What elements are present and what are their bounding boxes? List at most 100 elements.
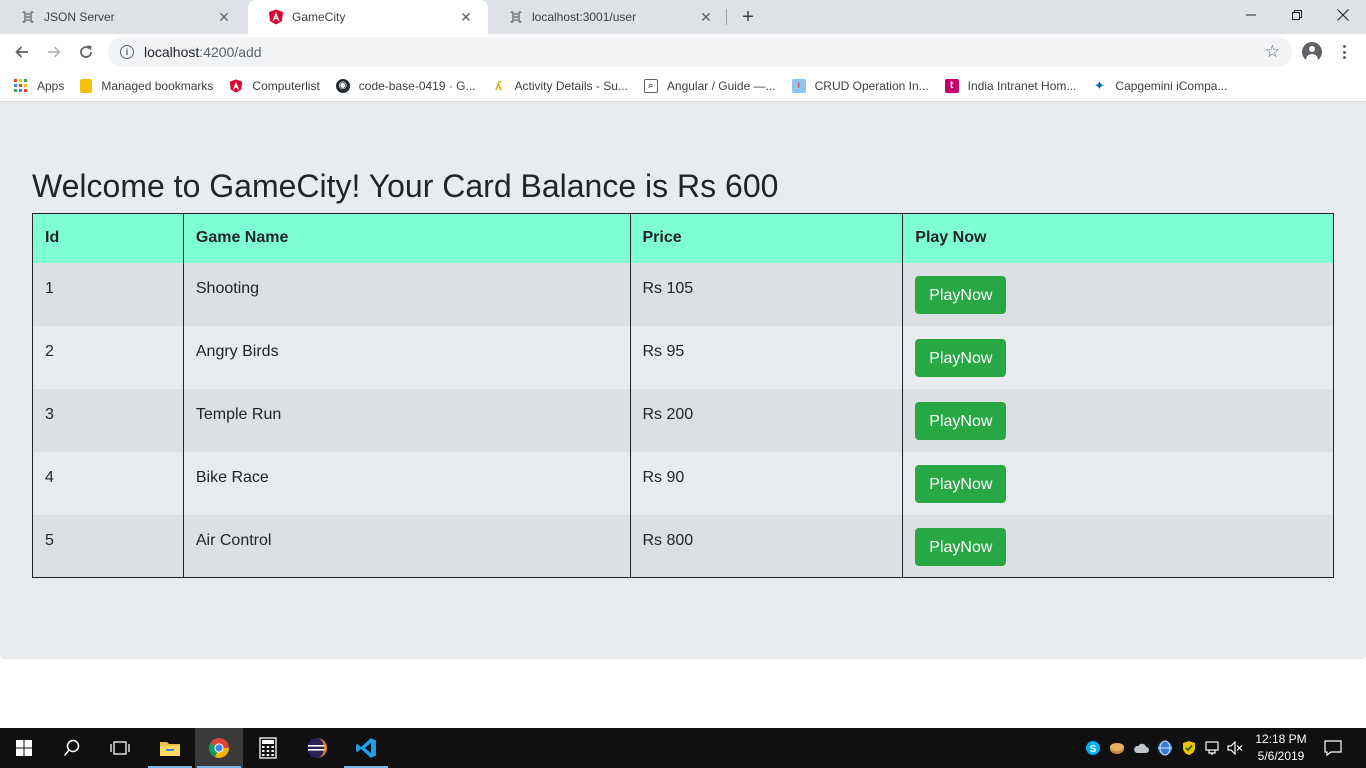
- table-header-row: Id Game Name Price Play Now: [32, 213, 1334, 263]
- bookmarks-bar: Apps Managed bookmarks Computerlist ◉ co…: [0, 70, 1366, 102]
- bookmark-angular-guide[interactable]: ⌕ Angular / Guide —...: [643, 78, 776, 93]
- bookmark-label: Activity Details - Su...: [514, 78, 628, 93]
- action-center-button[interactable]: [1322, 728, 1344, 768]
- file-explorer-button[interactable]: [146, 728, 194, 768]
- notification-icon: [1324, 740, 1342, 756]
- onedrive-tray-icon[interactable]: [1132, 728, 1150, 768]
- forward-arrow-icon: [48, 46, 61, 58]
- minimize-button[interactable]: [1228, 0, 1274, 30]
- url-path: :4200/add: [199, 44, 262, 60]
- svg-text:S: S: [1090, 744, 1097, 755]
- reload-button[interactable]: [72, 38, 100, 66]
- close-window-button[interactable]: [1320, 0, 1366, 30]
- site-info-icon[interactable]: i: [120, 45, 134, 59]
- server-favicon-icon: [20, 9, 36, 25]
- bookmark-code-base[interactable]: ◉ code-base-0419 · G...: [335, 78, 476, 93]
- cell-game-name: Shooting: [182, 262, 630, 326]
- cell-id: 3: [32, 388, 184, 452]
- forward-button[interactable]: [40, 38, 68, 66]
- page-jumbotron: Welcome to GameCity! Your Card Balance i…: [0, 102, 1366, 659]
- column-header-game-name: Game Name: [182, 213, 630, 263]
- close-tab-icon[interactable]: ✕: [216, 9, 232, 25]
- tab-gamecity[interactable]: GameCity ✕: [248, 0, 488, 34]
- apps-grid-icon: [14, 78, 28, 93]
- file-explorer-icon: [160, 742, 180, 756]
- intranet-icon: t: [944, 78, 959, 93]
- bookmark-star-icon[interactable]: ☆: [1265, 42, 1280, 62]
- task-view-icon: [110, 741, 130, 755]
- taskbar-search-button[interactable]: [48, 728, 96, 768]
- column-header-play-now: Play Now: [902, 213, 1334, 263]
- cell-game-name: Temple Run: [182, 388, 630, 452]
- vscode-button[interactable]: [342, 728, 390, 768]
- profile-avatar-icon[interactable]: [1302, 42, 1322, 62]
- close-tab-icon[interactable]: ✕: [698, 9, 714, 25]
- tab-json-server[interactable]: JSON Server ✕: [0, 0, 246, 34]
- bookmark-computerlist[interactable]: Computerlist: [229, 78, 320, 93]
- page-title: Welcome to GameCity! Your Card Balance i…: [32, 168, 779, 204]
- calculator-button[interactable]: [244, 728, 292, 768]
- close-tab-icon[interactable]: ✕: [458, 9, 474, 25]
- cell-game-name: Air Control: [182, 514, 630, 578]
- address-bar[interactable]: i localhost:4200/add ☆: [108, 37, 1292, 67]
- skype-tray-icon[interactable]: S: [1084, 728, 1102, 768]
- server-favicon-icon: [508, 9, 524, 25]
- cell-id: 4: [32, 451, 184, 515]
- cell-id: 5: [32, 514, 184, 578]
- activity-icon: ʎ: [495, 78, 502, 93]
- app-tray-icon[interactable]: [1108, 728, 1126, 768]
- play-now-button[interactable]: PlayNow: [915, 464, 1007, 503]
- github-icon: ◉: [335, 78, 350, 93]
- cell-play-now: PlayNow: [902, 451, 1334, 515]
- tab-localhost-user[interactable]: localhost:3001/user ✕: [488, 0, 728, 34]
- play-now-button[interactable]: PlayNow: [915, 527, 1007, 566]
- play-now-button[interactable]: PlayNow: [915, 338, 1007, 377]
- table-row: 3 Temple Run Rs 200 PlayNow: [32, 388, 1334, 452]
- system-clock[interactable]: 12:18 PM 5/6/2019: [1250, 731, 1312, 765]
- eclipse-icon: [307, 738, 327, 758]
- table-row: 2 Angry Birds Rs 95 PlayNow: [32, 325, 1334, 389]
- new-tab-button[interactable]: +: [737, 6, 759, 28]
- cell-play-now: PlayNow: [902, 514, 1334, 578]
- network-globe-tray-icon[interactable]: [1156, 728, 1174, 768]
- restore-button[interactable]: [1274, 0, 1320, 30]
- cell-id: 1: [32, 262, 184, 326]
- chrome-button[interactable]: [195, 728, 243, 768]
- folder-icon: [80, 78, 93, 93]
- cell-game-name: Bike Race: [182, 451, 630, 515]
- crud-icon: ı: [791, 78, 806, 93]
- chrome-icon: [209, 738, 229, 758]
- play-now-button[interactable]: PlayNow: [915, 275, 1007, 314]
- bookmark-capgemini[interactable]: ✦ Capgemini iCompa...: [1092, 78, 1228, 93]
- angular-icon: [229, 78, 243, 93]
- security-tray-icon[interactable]: [1180, 728, 1198, 768]
- task-view-button[interactable]: [96, 728, 144, 768]
- play-now-button[interactable]: PlayNow: [915, 401, 1007, 440]
- bookmark-label: Computerlist: [252, 78, 320, 93]
- eclipse-button[interactable]: [293, 728, 341, 768]
- bookmark-india-intranet[interactable]: t India Intranet Hom...: [944, 78, 1076, 93]
- url-host: localhost: [144, 44, 200, 60]
- bookmark-label: Angular / Guide —...: [666, 78, 776, 93]
- bookmark-managed[interactable]: Managed bookmarks: [80, 78, 213, 93]
- cell-play-now: PlayNow: [902, 262, 1334, 326]
- column-header-price: Price: [629, 213, 903, 263]
- minimize-icon: [1246, 14, 1256, 16]
- restore-icon: [1292, 10, 1302, 20]
- bookmark-activity-details[interactable]: ʎ Activity Details - Su...: [492, 79, 628, 93]
- tab-title: JSON Server: [44, 10, 115, 24]
- cell-play-now: PlayNow: [902, 325, 1334, 389]
- search-icon: ⌕: [643, 78, 658, 93]
- bookmark-label: Apps: [37, 78, 65, 93]
- start-button[interactable]: [0, 728, 48, 768]
- cell-price: Rs 800: [629, 514, 903, 578]
- cell-id: 2: [32, 325, 184, 389]
- bookmark-apps[interactable]: Apps: [14, 78, 65, 93]
- volume-muted-tray-icon[interactable]: [1226, 728, 1244, 768]
- browser-toolbar: i localhost:4200/add ☆: [0, 34, 1366, 70]
- back-button[interactable]: [8, 38, 36, 66]
- ethernet-tray-icon[interactable]: [1203, 728, 1221, 768]
- bookmark-crud-operation[interactable]: ı CRUD Operation In...: [791, 78, 929, 93]
- reload-icon: [80, 45, 92, 58]
- chrome-menu-icon[interactable]: [1336, 42, 1352, 62]
